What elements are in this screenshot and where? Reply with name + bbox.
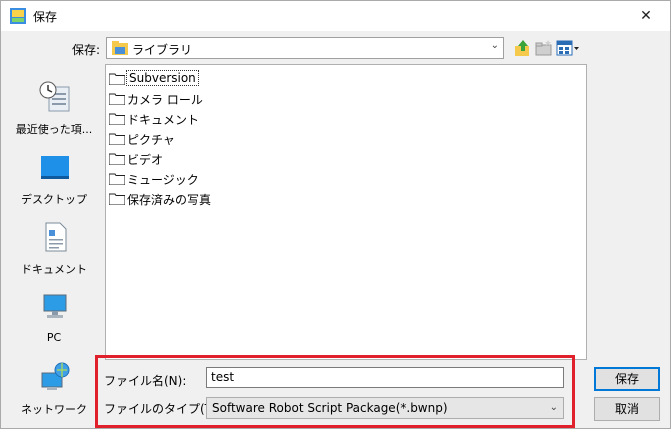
folder-icon bbox=[109, 73, 125, 85]
location-combo[interactable]: ライブラリ ⌄ bbox=[106, 37, 504, 59]
library-folder-icon bbox=[112, 41, 128, 55]
close-button[interactable]: ✕ bbox=[623, 1, 669, 31]
file-name: Subversion bbox=[126, 70, 199, 86]
place-label: PC bbox=[46, 331, 62, 344]
window-title: 保存 bbox=[33, 10, 58, 24]
place-desktop[interactable]: デスクトップ bbox=[8, 151, 100, 213]
filename-input[interactable]: test bbox=[206, 367, 564, 388]
place-recent[interactable]: 最近使った項... bbox=[8, 81, 100, 143]
place-label: デスクトップ bbox=[21, 193, 87, 206]
file-name: ビデオ bbox=[127, 153, 164, 167]
file-list[interactable]: Subversion カメラ ロール ドキュメント ピクチャ ビデオ ミュージッ… bbox=[105, 64, 587, 360]
documents-icon bbox=[45, 222, 67, 252]
place-network[interactable]: ネットワーク bbox=[8, 361, 100, 423]
file-name: カメラ ロール bbox=[127, 93, 203, 107]
title-bar: 保存 ✕ bbox=[1, 1, 670, 31]
save-dialog: 保存 ✕ 保存: ライブラリ ⌄ 最近使った項... デスクトップ ドキュメント… bbox=[0, 0, 671, 429]
cancel-button[interactable]: 取消 bbox=[594, 397, 660, 421]
filename-label: ファイル名(N): bbox=[104, 374, 187, 388]
place-pc[interactable]: PC bbox=[8, 291, 100, 353]
folder-icon bbox=[109, 153, 125, 165]
save-in-label: 保存: bbox=[72, 43, 101, 57]
new-folder-icon[interactable] bbox=[534, 38, 554, 58]
place-label: 最近使った項... bbox=[15, 123, 93, 136]
filetype-value: Software Robot Script Package(*.bwnp) bbox=[212, 401, 448, 415]
place-documents[interactable]: ドキュメント bbox=[8, 221, 100, 283]
chevron-down-icon: ⌄ bbox=[549, 402, 558, 413]
folder-icon bbox=[109, 193, 125, 205]
folder-icon bbox=[109, 133, 125, 145]
file-name: ミュージック bbox=[127, 173, 199, 187]
filetype-select[interactable]: Software Robot Script Package(*.bwnp) ⌄ bbox=[206, 397, 564, 419]
recent-places-icon bbox=[39, 81, 70, 112]
desktop-icon bbox=[41, 156, 69, 179]
file-name: ピクチャ bbox=[127, 133, 175, 147]
chevron-down-icon: ⌄ bbox=[490, 40, 499, 51]
pc-icon bbox=[43, 294, 67, 318]
places-bar: 最近使った項... デスクトップ ドキュメント PC ネットワーク bbox=[8, 63, 100, 428]
filetype-label: ファイルのタイプ(T): bbox=[104, 402, 221, 416]
file-name: ドキュメント bbox=[127, 113, 200, 127]
folder-icon bbox=[109, 173, 125, 185]
view-menu-icon[interactable] bbox=[556, 38, 580, 58]
file-name: 保存済みの写真 bbox=[127, 193, 212, 207]
folder-icon bbox=[109, 93, 125, 105]
up-folder-icon[interactable] bbox=[513, 38, 533, 58]
folder-icon bbox=[109, 113, 125, 125]
save-button[interactable]: 保存 bbox=[594, 367, 660, 391]
place-label: ドキュメント bbox=[21, 263, 87, 276]
network-icon bbox=[41, 362, 70, 390]
app-icon bbox=[10, 8, 26, 24]
place-label: ネットワーク bbox=[21, 403, 87, 416]
close-icon: ✕ bbox=[640, 8, 652, 24]
location-value: ライブラリ bbox=[132, 43, 193, 57]
